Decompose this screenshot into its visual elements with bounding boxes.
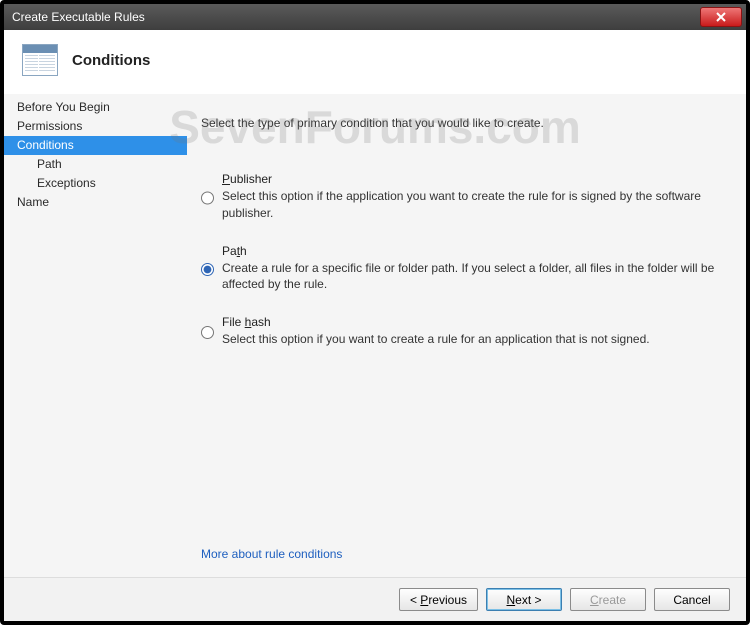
option-label-filehash[interactable]: File hash: [222, 315, 718, 329]
help-link[interactable]: More about rule conditions: [201, 547, 718, 561]
intro-text: Select the type of primary condition tha…: [201, 116, 718, 130]
sidebar-item-permissions[interactable]: Permissions: [4, 117, 187, 136]
option-label-path[interactable]: Path: [222, 244, 718, 258]
next-button[interactable]: Next >: [486, 588, 562, 611]
create-button: Create: [570, 588, 646, 611]
page-title: Conditions: [72, 52, 150, 69]
radio-publisher[interactable]: [201, 174, 214, 222]
sidebar-item-conditions[interactable]: Conditions: [4, 136, 187, 155]
option-desc-filehash: Select this option if you want to create…: [222, 331, 718, 348]
wizard-icon: [22, 44, 58, 76]
close-icon: [716, 12, 726, 22]
previous-button[interactable]: < Previous: [399, 588, 478, 611]
option-publisher: Publisher Select this option if the appli…: [201, 172, 718, 222]
sidebar-item-exceptions[interactable]: Exceptions: [4, 174, 187, 193]
sidebar: Before You BeginPermissionsConditionsPat…: [4, 94, 187, 577]
close-button[interactable]: [700, 7, 742, 27]
sidebar-item-before-you-begin[interactable]: Before You Begin: [4, 98, 187, 117]
sidebar-item-name[interactable]: Name: [4, 193, 187, 212]
button-bar: < Previous Next > Create Cancel: [4, 577, 746, 621]
radio-filehash[interactable]: [201, 317, 214, 348]
wizard-header: Conditions: [4, 30, 746, 94]
option-filehash: File hash Select this option if you want …: [201, 315, 718, 348]
titlebar: Create Executable Rules: [4, 4, 746, 30]
sidebar-item-path[interactable]: Path: [4, 155, 187, 174]
option-desc-path: Create a rule for a specific file or fol…: [222, 260, 718, 294]
window-title: Create Executable Rules: [12, 10, 145, 24]
option-desc-publisher: Select this option if the application yo…: [222, 188, 718, 222]
cancel-button[interactable]: Cancel: [654, 588, 730, 611]
radio-path[interactable]: [201, 246, 214, 294]
main-pane: Select the type of primary condition tha…: [187, 94, 746, 577]
option-path: Path Create a rule for a specific file or…: [201, 244, 718, 294]
option-label-publisher[interactable]: Publisher: [222, 172, 718, 186]
